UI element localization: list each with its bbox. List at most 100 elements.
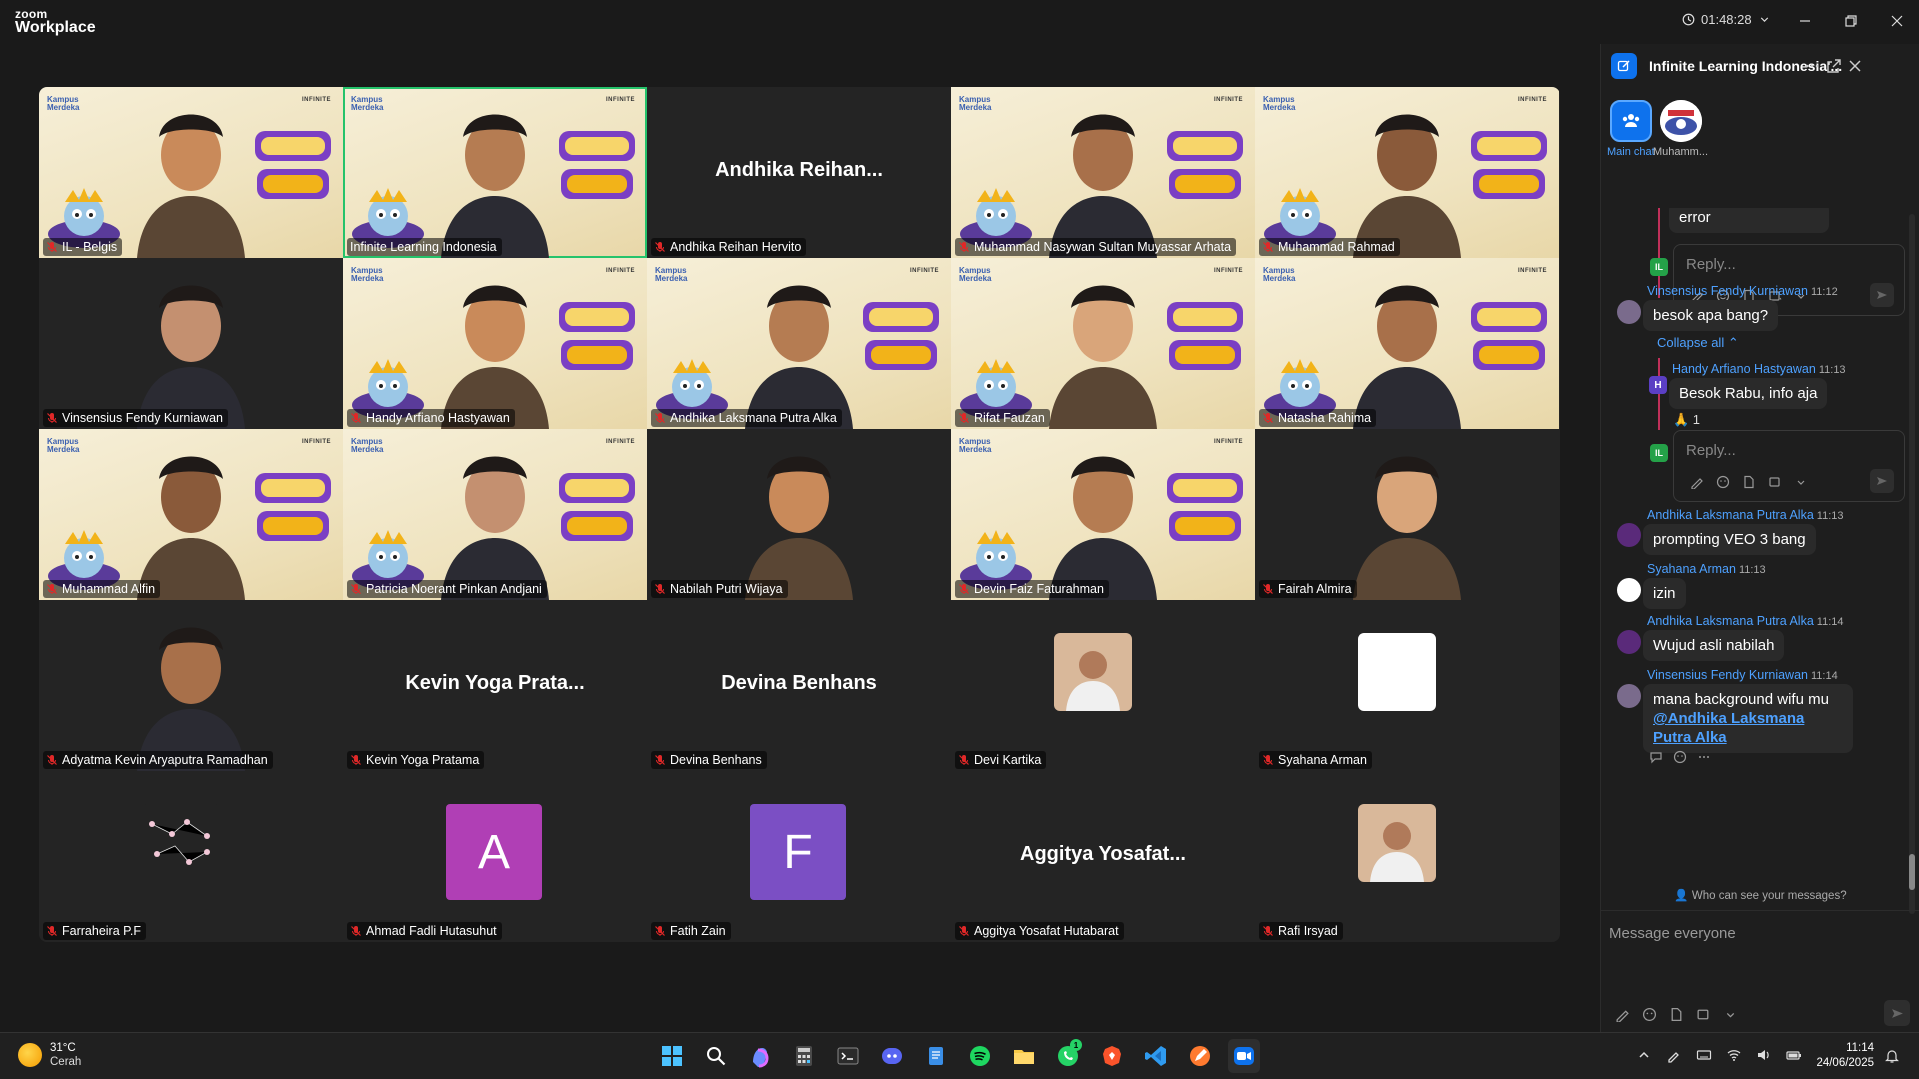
mention-link[interactable]: @Andhika Laksmana Putra Alka [1653,710,1804,746]
taskbar-clock[interactable]: 11:14 24/06/2025 [1812,1041,1874,1071]
participant-tile[interactable]: Nabilah Putri Wijaya [647,429,951,600]
infinite-logo: INFINITE [1518,268,1547,274]
participant-tile[interactable]: A Ahmad Fadli Hutasuhut [343,771,647,942]
privacy-note[interactable]: 👤 Who can see your messages? [1601,888,1919,902]
restore-button[interactable] [1834,8,1868,34]
user-avatar[interactable] [1617,684,1641,708]
volume-icon[interactable] [1756,1047,1772,1063]
infinite-logo: INFINITE [1214,97,1243,103]
weather-widget[interactable]: 31°C Cerah [18,1041,81,1069]
sender-name: Andhika Laksmana Putra Alka [1647,614,1814,628]
taskbar-app-zoom[interactable] [1228,1039,1260,1073]
clock-icon [1682,13,1695,26]
taskbar-app-file-explorer[interactable] [1008,1039,1040,1073]
participant-tile[interactable]: Kampus Merdeka INFINITE Muhammad Alfin [39,429,343,600]
chat-compose-button[interactable] [1611,53,1637,79]
participant-tile[interactable]: Kampus Merdeka INFINITE Natasha Rahima [1255,258,1559,429]
user-avatar[interactable]: H [1649,376,1667,394]
participant-tile[interactable]: Syahana Arman [1255,600,1559,771]
participant-tile[interactable]: Fairah Almira [1255,429,1559,600]
participant-tile[interactable]: Kampus Merdeka INFINITE Rifat Fauzan [951,258,1255,429]
taskbar-app-terminal[interactable] [832,1039,864,1073]
participant-tile[interactable]: Kampus Merdeka INFINITE Patricia Noerant P… [343,429,647,600]
participant-tile[interactable]: F Fatih Zain [647,771,951,942]
meeting-timer[interactable]: 01:48:28 [1682,12,1771,27]
collapse-all-button[interactable]: Collapse all ⌃ [1657,335,1739,351]
infinite-logo: INFINITE [1214,268,1243,274]
taskbar-app-brave[interactable] [1096,1039,1128,1073]
taskbar-app-drawing-app[interactable] [1184,1039,1216,1073]
chevron-down-icon[interactable] [1794,475,1808,489]
start-icon [662,1046,682,1066]
file-icon[interactable] [1742,475,1756,489]
participant-tile[interactable]: Devi Kartika [951,600,1255,771]
notification-bell-icon[interactable] [1884,1048,1900,1064]
pop-out-icon[interactable] [1826,58,1842,74]
battery-icon[interactable] [1786,1047,1802,1063]
participant-video [745,456,853,600]
reply-send-button[interactable] [1870,469,1894,493]
more-options-icon[interactable] [1804,58,1820,74]
user-avatar[interactable] [1617,523,1641,547]
participant-tile[interactable]: Andhika Reihan... Andhika Reihan Hervito [647,87,951,258]
participant-tile[interactable]: Rafi Irsyad [1255,771,1559,942]
mic-muted-icon [959,242,969,252]
participant-tile[interactable]: Kevin Yoga Prata... Kevin Yoga Pratama [343,600,647,771]
privacy-text: Who can see your messages? [1691,890,1847,902]
minimize-button[interactable] [1788,8,1822,34]
format-icon[interactable] [1615,1007,1630,1022]
add-reaction-icon[interactable] [1673,750,1687,764]
user-avatar[interactable] [1617,630,1641,654]
emoji-icon[interactable] [1642,1007,1657,1022]
screenshot-icon[interactable] [1696,1007,1711,1022]
participant-tile[interactable]: Kampus Merdeka INFINITE Muhammad Nasywan S… [951,87,1255,258]
taskbar-app-copilot[interactable] [744,1039,776,1073]
participant-tile[interactable]: Kampus Merdeka INFINITE Devin Faiz Faturah… [951,429,1255,600]
participant-tile[interactable]: Kampus Merdeka INFINITE IL - Belgis [39,87,343,258]
participant-name: Infinite Learning Indonesia [350,240,497,254]
user-avatar[interactable] [1617,578,1641,602]
chat-scrollbar[interactable] [1909,214,1915,914]
participant-tile[interactable]: Farraheira P.F [39,771,343,942]
taskbar-app-notepad[interactable] [920,1039,952,1073]
tab-private-chat[interactable]: Muhamm... [1653,100,1708,158]
tab-main-chat[interactable]: Main chat [1607,100,1655,158]
participant-tile[interactable]: Aggitya Yosafat... Aggitya Yosafat Hutaba… [951,771,1255,942]
user-avatar[interactable] [1617,300,1641,324]
keyboard-icon[interactable] [1696,1047,1712,1063]
message-compose[interactable]: Message everyone [1601,910,1919,1032]
chevron-down-icon[interactable] [1723,1007,1738,1022]
wifi-icon[interactable] [1726,1047,1742,1063]
reply-box[interactable]: Reply... [1673,430,1905,502]
emoji-icon[interactable] [1716,475,1730,489]
participant-name: Rafi Irsyad [1278,924,1338,938]
participant-tile[interactable]: Kampus Merdeka INFINITE Handy Arfiano Hast… [343,258,647,429]
participant-tile[interactable]: Devina Benhans Devina Benhans [647,600,951,771]
close-window-button[interactable] [1880,8,1914,34]
taskbar-app-start[interactable] [656,1039,688,1073]
taskbar-app-whatsapp[interactable]: 1 [1052,1039,1084,1073]
close-chat-icon[interactable] [1847,58,1863,74]
reaction-badge[interactable]: 🙏 1 [1673,412,1700,428]
file-icon[interactable] [1669,1007,1684,1022]
scrollbar-thumb[interactable] [1909,854,1915,890]
participant-tile[interactable]: Adyatma Kevin Aryaputra Ramadhan [39,600,343,771]
format-icon[interactable] [1690,475,1704,489]
reply-icon[interactable] [1649,750,1663,764]
taskbar-app-vscode[interactable] [1140,1039,1172,1073]
taskbar-app-discord[interactable] [876,1039,908,1073]
chevron-up-icon[interactable] [1636,1047,1652,1063]
participant-tile[interactable]: Vinsensius Fendy Kurniawan [39,258,343,429]
taskbar-app-spotify[interactable] [964,1039,996,1073]
participant-tile[interactable]: Kampus Merdeka INFINITE Infinite Learning … [343,87,647,258]
participant-tile[interactable]: Kampus Merdeka INFINITE Andhika Laksmana P… [647,258,951,429]
pen-icon[interactable] [1666,1047,1682,1063]
participant-tile[interactable]: Kampus Merdeka INFINITE Muhammad Rahmad [1255,87,1559,258]
screenshot-icon[interactable] [1768,475,1782,489]
send-button[interactable] [1884,1000,1910,1026]
kampus-merdeka-logo: Kampus Merdeka [959,266,992,283]
taskbar-app-search[interactable] [700,1039,732,1073]
reply-send-button[interactable] [1870,283,1894,307]
taskbar-app-calculator[interactable] [788,1039,820,1073]
more-icon[interactable] [1697,750,1711,764]
